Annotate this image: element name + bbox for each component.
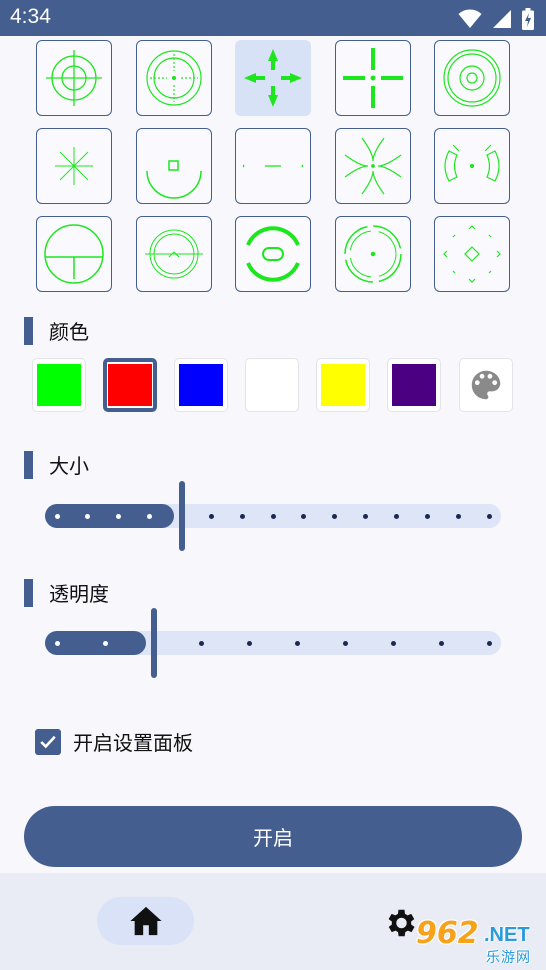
watermark-number: 962 xyxy=(416,916,479,951)
color-swatch-fill xyxy=(108,364,152,406)
color-swatch[interactable] xyxy=(103,358,157,412)
crosshair-option[interactable] xyxy=(235,128,311,204)
slider-step-dot xyxy=(246,641,252,646)
slider-step-dot xyxy=(486,514,492,519)
color-swatch[interactable] xyxy=(316,358,370,412)
color-title: 颜色 xyxy=(49,320,89,344)
watermark-caption: 乐游网 xyxy=(486,950,531,966)
color-swatch[interactable] xyxy=(174,358,228,412)
settings-panel-checkbox[interactable] xyxy=(35,728,61,755)
slider-step-dot xyxy=(390,641,396,646)
slider-thumb[interactable] xyxy=(151,608,157,678)
crosshair-option-selected[interactable] xyxy=(235,40,311,116)
crosshair-diamond-icon xyxy=(443,225,501,283)
size-title: 大小 xyxy=(49,454,89,478)
crosshair-option[interactable] xyxy=(334,40,411,116)
color-swatch-fill xyxy=(179,364,223,406)
crosshair-circle-dot-icon xyxy=(145,50,202,106)
battery-charging-icon xyxy=(522,8,534,30)
crosshair-curves-icon xyxy=(344,137,401,195)
slider-filled xyxy=(45,504,174,528)
crosshair-circle-line-icon xyxy=(44,224,104,284)
slider-step-dot xyxy=(208,514,214,519)
slider-step-dot xyxy=(438,641,444,646)
crosshair-option[interactable] xyxy=(135,216,212,292)
section-accent-bar xyxy=(24,450,33,479)
color-swatch-fill xyxy=(392,364,436,406)
crosshair-u-square-icon xyxy=(145,160,202,199)
crosshair-dashed-ring-icon xyxy=(343,225,402,283)
size-section-title: 大小 xyxy=(24,450,89,479)
crosshair-bold-ring-icon xyxy=(246,226,300,282)
crosshair-option[interactable] xyxy=(334,216,411,292)
slider-step-dot xyxy=(393,514,399,519)
settings-panel-toggle[interactable]: 开启设置面板 xyxy=(35,727,193,756)
crosshair-option[interactable] xyxy=(334,128,411,204)
slider-step-dot xyxy=(294,641,300,646)
section-accent-bar xyxy=(24,316,33,345)
color-swatch[interactable] xyxy=(387,358,441,412)
crosshair-ring-caret-icon xyxy=(144,229,203,279)
slider-step-dot xyxy=(102,641,108,646)
section-accent-bar xyxy=(24,578,33,607)
crosshair-plus-icon xyxy=(342,48,403,108)
signal-icon xyxy=(493,10,511,28)
settings-panel-label: 开启设置面板 xyxy=(73,731,193,755)
crosshair-option[interactable] xyxy=(36,216,112,292)
status-icons xyxy=(458,8,534,30)
color-swatch-fill xyxy=(37,364,81,406)
color-swatch[interactable] xyxy=(32,358,86,412)
crosshair-option[interactable] xyxy=(135,40,212,116)
slider-step-dot xyxy=(54,641,60,646)
crosshair-option[interactable] xyxy=(36,40,112,116)
opacity-title: 透明度 xyxy=(49,582,109,606)
crosshair-scope-icon xyxy=(46,50,102,106)
crosshair-brackets-icon xyxy=(444,144,500,182)
slider-step-dot xyxy=(424,514,430,519)
crosshair-option[interactable] xyxy=(434,216,510,292)
color-section-title: 颜色 xyxy=(24,316,89,345)
color-swatch[interactable] xyxy=(245,358,299,412)
crosshair-concentric-icon xyxy=(443,49,501,107)
slider-step-dot xyxy=(54,514,60,519)
crosshair-star-icon xyxy=(55,147,93,185)
slider-filled xyxy=(45,631,146,655)
crosshair-line-icon xyxy=(242,164,304,168)
crosshair-arrows-icon xyxy=(244,49,302,107)
slider-step-dot xyxy=(486,641,492,646)
watermark-domain: .NET xyxy=(484,924,530,946)
palette-icon xyxy=(471,370,501,400)
color-swatch-fill xyxy=(321,364,365,406)
wifi-icon xyxy=(458,9,482,28)
slider-thumb[interactable] xyxy=(179,481,185,551)
slider-step-dot xyxy=(270,514,276,519)
home-icon xyxy=(129,906,162,936)
custom-color-button[interactable] xyxy=(459,358,513,412)
status-bar: 4:34 xyxy=(0,0,546,36)
crosshair-option[interactable] xyxy=(135,128,212,204)
crosshair-option[interactable] xyxy=(434,40,510,116)
slider-step-dot xyxy=(342,641,348,646)
start-button[interactable]: 开启 xyxy=(24,806,522,867)
checkmark-icon xyxy=(40,735,56,748)
crosshair-option[interactable] xyxy=(434,128,510,204)
slider-step-dot xyxy=(198,641,204,646)
opacity-section-title: 透明度 xyxy=(24,578,109,607)
opacity-slider[interactable] xyxy=(45,608,501,678)
color-swatch-fill xyxy=(250,364,294,406)
size-slider[interactable] xyxy=(45,481,501,551)
status-time: 4:34 xyxy=(10,5,51,28)
slider-step-dot xyxy=(455,514,461,519)
slider-step-dot xyxy=(239,514,245,519)
crosshair-option[interactable] xyxy=(235,216,311,292)
nav-home-button[interactable] xyxy=(97,897,194,945)
site-watermark: 962 .NET 乐游网 xyxy=(408,916,542,966)
crosshair-option[interactable] xyxy=(36,128,112,204)
